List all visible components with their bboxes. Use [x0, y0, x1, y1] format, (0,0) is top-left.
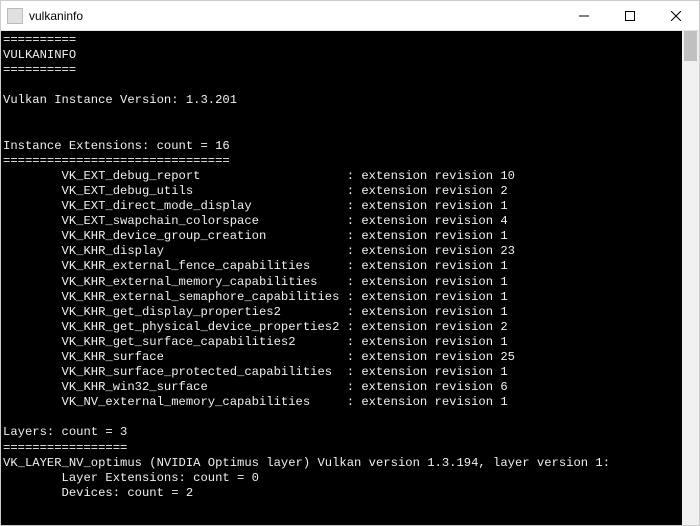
app-icon — [7, 8, 23, 24]
minimize-button[interactable] — [561, 1, 607, 31]
window-title: vulkaninfo — [29, 9, 83, 23]
app-window: vulkaninfo ========== VULKANINFO =======… — [0, 0, 700, 526]
maximize-icon — [625, 11, 635, 21]
minimize-icon — [579, 11, 589, 21]
content-wrap: ========== VULKANINFO ========== Vulkan … — [1, 31, 699, 525]
scrollbar-track[interactable] — [682, 31, 699, 525]
close-icon — [671, 11, 681, 21]
terminal-output[interactable]: ========== VULKANINFO ========== Vulkan … — [1, 31, 682, 525]
titlebar[interactable]: vulkaninfo — [1, 1, 699, 31]
title-left: vulkaninfo — [1, 8, 83, 24]
close-button[interactable] — [653, 1, 699, 31]
scrollbar-thumb[interactable] — [684, 31, 697, 61]
maximize-button[interactable] — [607, 1, 653, 31]
